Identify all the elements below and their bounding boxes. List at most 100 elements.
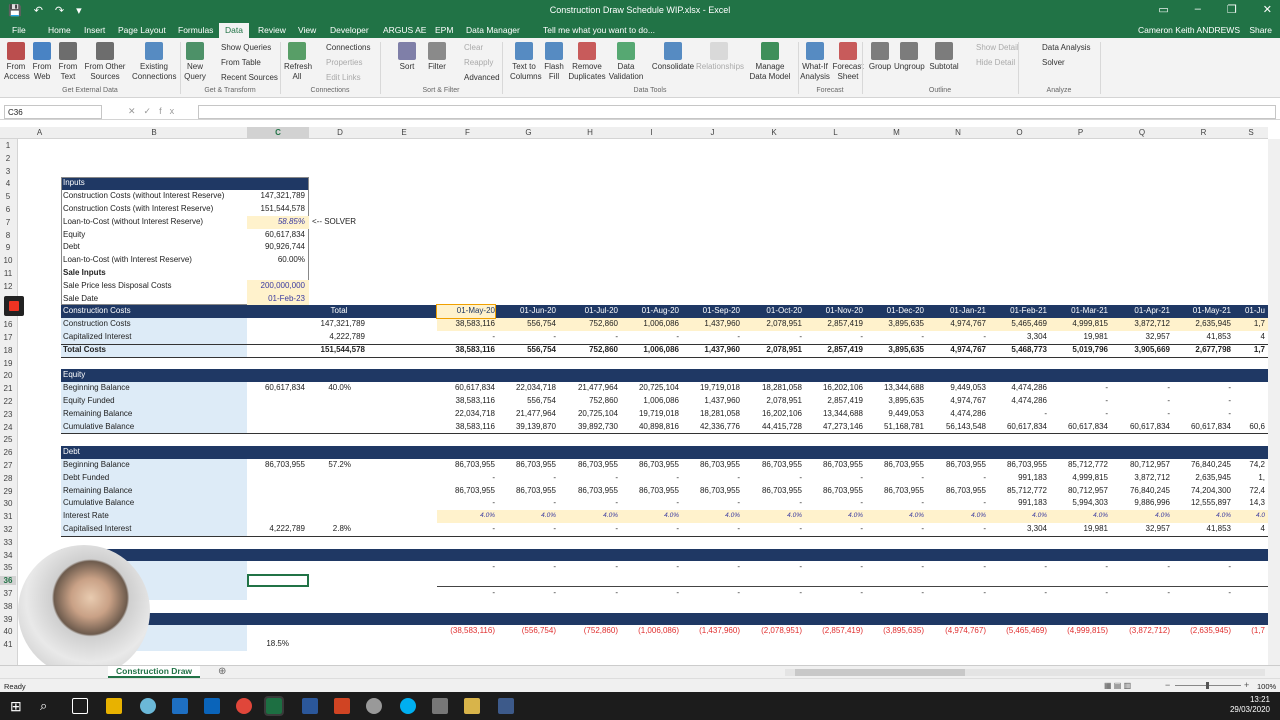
ribbon-small-show-queries[interactable]: Show Queries bbox=[221, 43, 271, 52]
row-header-34[interactable]: 34 bbox=[0, 551, 16, 560]
tab-review[interactable]: Review bbox=[258, 25, 286, 35]
column-header-r[interactable]: R bbox=[1173, 128, 1234, 137]
tell-me-box[interactable]: Tell me what you want to do... bbox=[543, 25, 655, 35]
app3-icon[interactable] bbox=[464, 698, 480, 714]
sheet-tab-construction-draw[interactable]: Construction Draw bbox=[108, 666, 201, 678]
row-header-31[interactable]: 31 bbox=[0, 512, 16, 521]
row-header-35[interactable]: 35 bbox=[0, 563, 16, 572]
ribbon-button-refresh-all[interactable]: Refresh All bbox=[284, 42, 312, 82]
file-explorer-icon[interactable] bbox=[106, 698, 122, 714]
input-value[interactable]: 01-Feb-23 bbox=[247, 293, 305, 306]
row-header-33[interactable]: 33 bbox=[0, 538, 16, 547]
column-header-k[interactable]: K bbox=[743, 128, 805, 137]
chrome-icon[interactable] bbox=[236, 698, 252, 714]
row-header-18[interactable]: 18 bbox=[0, 346, 16, 355]
ribbon-button-from-access[interactable]: From Access bbox=[4, 42, 30, 82]
word-icon[interactable] bbox=[302, 698, 318, 714]
ribbon-button-group[interactable]: Group bbox=[868, 42, 892, 72]
zoom-in-icon[interactable]: + bbox=[1244, 680, 1249, 690]
row-header-1[interactable]: 1 bbox=[0, 141, 16, 150]
ribbon-small-properties[interactable]: Properties bbox=[326, 58, 362, 67]
row-header-32[interactable]: 32 bbox=[0, 525, 16, 534]
outlook-icon[interactable] bbox=[204, 698, 220, 714]
ribbon-button-manage-data-model[interactable]: Manage Data Model bbox=[748, 42, 792, 82]
column-header-f[interactable]: F bbox=[437, 128, 498, 137]
ribbon-button-what-if-analysis[interactable]: What-If Analysis bbox=[798, 42, 832, 82]
horizontal-scroll-thumb[interactable] bbox=[795, 669, 965, 676]
column-header-c[interactable]: C bbox=[247, 127, 309, 138]
column-header-p[interactable]: P bbox=[1050, 128, 1111, 137]
tab-file[interactable]: File bbox=[12, 25, 26, 35]
ribbon-button-filter[interactable]: Filter bbox=[424, 42, 450, 72]
row-header-12[interactable]: 12 bbox=[0, 282, 16, 291]
windows-start-icon[interactable]: ⊞ bbox=[10, 698, 26, 714]
app2-icon[interactable] bbox=[366, 698, 382, 714]
ribbon-button-text-to-columns[interactable]: Text to Columns bbox=[510, 42, 542, 82]
column-header-m[interactable]: M bbox=[866, 128, 927, 137]
ribbon-small-show-detail[interactable]: Show Detail bbox=[976, 43, 1019, 52]
restore-icon[interactable]: ❐ bbox=[1227, 3, 1237, 16]
tab-developer[interactable]: Developer bbox=[330, 25, 369, 35]
horizontal-scrollbar[interactable] bbox=[785, 669, 1265, 676]
ribbon-small-data-analysis[interactable]: Data Analysis bbox=[1042, 43, 1090, 52]
row-header-28[interactable]: 28 bbox=[0, 474, 16, 483]
ribbon-button-sort[interactable]: Sort bbox=[394, 42, 420, 72]
tab-data[interactable]: Data bbox=[219, 23, 249, 38]
excel-taskbar-icon[interactable] bbox=[264, 696, 284, 716]
ribbon-button-existing-connections[interactable]: Existing Connections bbox=[132, 42, 176, 82]
column-header-a[interactable]: A bbox=[18, 128, 61, 137]
row-header-22[interactable]: 22 bbox=[0, 397, 16, 406]
column-header-b[interactable]: B bbox=[61, 128, 247, 137]
add-sheet-icon[interactable]: ⊕ bbox=[218, 666, 226, 677]
ribbon-button-relationships[interactable]: Relationships bbox=[696, 42, 744, 72]
zoom-out-icon[interactable]: − bbox=[1165, 680, 1170, 690]
ribbon-button-from-other-sources[interactable]: From Other Sources bbox=[82, 42, 128, 82]
row-header-16[interactable]: 16 bbox=[0, 320, 16, 329]
worksheet-grid[interactable]: Inputs Construction Costs (without Intere… bbox=[18, 139, 1268, 665]
row-header-19[interactable]: 19 bbox=[0, 359, 16, 368]
view-icons[interactable]: ▦ ▤ ▥ bbox=[1104, 681, 1131, 690]
row-header-39[interactable]: 39 bbox=[0, 615, 16, 624]
close-icon[interactable]: ✕ bbox=[1263, 3, 1272, 16]
task-view-icon[interactable] bbox=[72, 698, 88, 714]
tab-data-manager[interactable]: Data Manager bbox=[466, 25, 520, 35]
column-header-o[interactable]: O bbox=[989, 128, 1050, 137]
ribbon-small-clear[interactable]: Clear bbox=[464, 43, 483, 52]
minimize-icon[interactable]: – bbox=[1195, 3, 1201, 16]
ribbon-small-from-table[interactable]: From Table bbox=[221, 58, 261, 67]
row-header-10[interactable]: 10 bbox=[0, 256, 16, 265]
ribbon-button-flash-fill[interactable]: Flash Fill bbox=[542, 42, 566, 82]
row-header-30[interactable]: 30 bbox=[0, 499, 16, 508]
tab-page-layout[interactable]: Page Layout bbox=[118, 25, 166, 35]
input-value[interactable]: 200,000,000 bbox=[247, 280, 306, 293]
ribbon-small-connections[interactable]: Connections bbox=[326, 43, 370, 52]
tab-epm[interactable]: EPM bbox=[435, 25, 453, 35]
record-button[interactable] bbox=[4, 296, 24, 316]
app-icon[interactable] bbox=[140, 698, 156, 714]
tab-view[interactable]: View bbox=[298, 25, 316, 35]
ribbon-button-forecast-sheet[interactable]: Forecast Sheet bbox=[832, 42, 864, 82]
row-header-6[interactable]: 6 bbox=[0, 205, 16, 214]
ribbon-button-new-query[interactable]: New Query bbox=[180, 42, 210, 82]
ribbon-button-from-web[interactable]: From Web bbox=[30, 42, 54, 82]
column-header-e[interactable]: E bbox=[371, 128, 437, 137]
ribbon-display-icon[interactable]: ▭ bbox=[1158, 3, 1168, 16]
row-header-23[interactable]: 23 bbox=[0, 410, 16, 419]
row-header-2[interactable]: 2 bbox=[0, 154, 16, 163]
ribbon-button-remove-duplicates[interactable]: Remove Duplicates bbox=[568, 42, 606, 82]
row-header-3[interactable]: 3 bbox=[0, 167, 16, 176]
row-header-25[interactable]: 25 bbox=[0, 435, 16, 444]
formula-input[interactable] bbox=[198, 105, 1276, 119]
ribbon-small-advanced[interactable]: Advanced bbox=[464, 73, 500, 82]
row-header-29[interactable]: 29 bbox=[0, 487, 16, 496]
ribbon-small-edit-links[interactable]: Edit Links bbox=[326, 73, 361, 82]
tab-home[interactable]: Home bbox=[48, 25, 71, 35]
tab-formulas[interactable]: Formulas bbox=[178, 25, 213, 35]
ribbon-button-ungroup[interactable]: Ungroup bbox=[894, 42, 925, 72]
row-header-24[interactable]: 24 bbox=[0, 423, 16, 432]
column-header-j[interactable]: J bbox=[682, 128, 743, 137]
column-header-g[interactable]: G bbox=[498, 128, 559, 137]
column-header-i[interactable]: I bbox=[621, 128, 682, 137]
ribbon-small-solver[interactable]: Solver bbox=[1042, 58, 1065, 67]
argus-icon[interactable] bbox=[498, 698, 514, 714]
